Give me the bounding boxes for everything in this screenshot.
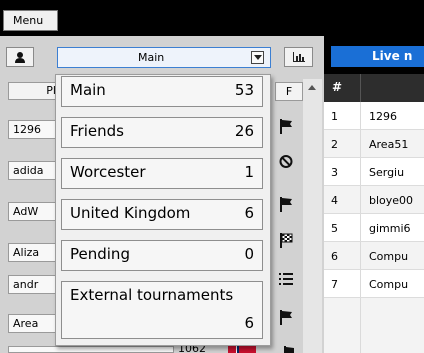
column-divider [360,270,361,297]
live-row[interactable]: 5 gimmi6 [324,214,424,242]
group-option-main[interactable]: Main 53 [61,76,263,107]
option-count: 6 [244,204,254,222]
rank-column-header[interactable]: # [332,80,342,94]
column-divider [360,102,361,129]
country-flag-icon [228,345,256,353]
live-rank: 5 [331,222,338,235]
column-divider [360,242,361,269]
live-player-name: 1296 [369,110,397,123]
option-label: Friends [70,122,124,140]
live-player-name: bloye00 [369,194,414,207]
live-rank: 3 [331,166,338,179]
live-rank: 6 [331,250,338,263]
live-rank: 2 [331,138,338,151]
group-option-friends[interactable]: Friends 26 [61,117,263,148]
player-name: adida [13,164,44,177]
live-row[interactable]: 7 Compu [324,270,424,298]
live-rank: 1 [331,110,338,123]
player-name: AdW [13,205,39,218]
flag-icon [280,197,292,212]
player-row[interactable]: Aliza [8,243,60,262]
column-divider [360,214,361,241]
player-row[interactable]: andr [8,275,60,294]
live-row[interactable]: 1 1296 [324,102,424,130]
live-row[interactable]: 2 Area51 [324,130,424,158]
column-divider [360,74,361,102]
live-player-name: Sergiu [369,166,405,179]
flag-icon [280,310,292,325]
live-rank: 4 [331,194,338,207]
group-select-value: Main [138,51,165,64]
player-name: Aliza [13,246,40,259]
player-name: andr [13,278,39,291]
user-button[interactable] [6,47,34,67]
live-table-header: # [324,74,424,102]
option-count: 0 [244,245,254,263]
live-player-name: Compu [369,278,409,291]
bar-chart-icon [292,52,305,62]
live-row[interactable]: 4 bloye00 [324,186,424,214]
player-row-partial[interactable] [8,346,174,353]
live-row[interactable]: 3 Sergiu [324,158,424,186]
player-row[interactable]: adida [8,161,60,180]
player-row[interactable]: AdW [8,202,60,221]
option-label: Pending [70,245,130,263]
live-games-header[interactable]: Live n [331,46,424,67]
flag-icon-partial [284,346,294,353]
option-count: 26 [234,122,254,140]
live-player-name: Compu [369,250,409,263]
player-name: Area [13,317,39,330]
option-label: United Kingdom [70,204,191,222]
live-player-name: gimmi6 [369,222,411,235]
column-divider [360,186,361,213]
player-list-scrollbar[interactable] [303,79,322,353]
group-option-worcester[interactable]: Worcester 1 [61,158,263,189]
top-menu-bar [0,0,424,36]
group-select[interactable]: Main [57,47,271,68]
list-icon [279,273,293,285]
column-divider [360,130,361,157]
option-count: 6 [244,314,254,332]
group-dropdown-list: Main 53 Friends 26 Worcester 1 United Ki… [55,74,271,346]
flag-icon [280,119,292,134]
menu-button[interactable]: Menu [3,10,58,31]
f-column-header[interactable]: F [275,82,303,101]
column-divider [360,158,361,185]
option-label: External tournaments [70,286,234,304]
live-table-empty-area [324,298,424,353]
stats-button[interactable] [284,47,313,67]
player-column-header[interactable]: Pl [8,82,60,100]
group-option-united-kingdom[interactable]: United Kingdom 6 [61,199,263,230]
group-option-external-tournaments[interactable]: External tournaments 6 [61,281,263,339]
live-row[interactable]: 6 Compu [324,242,424,270]
no-entry-icon [279,155,293,168]
checkered-flag-icon [280,233,293,248]
player-row[interactable]: Area [8,314,60,333]
option-label: Main [70,81,106,99]
option-count: 53 [234,81,254,99]
player-name: 1296 [13,123,41,136]
live-player-name: Area51 [369,138,409,151]
option-count: 1 [244,163,254,181]
live-rank: 7 [331,278,338,291]
scroll-up-arrow-icon[interactable] [303,79,322,99]
column-divider [360,298,361,353]
chevron-down-icon [251,51,264,64]
player-row[interactable]: 1296 [8,120,60,139]
user-icon [15,51,25,63]
option-label: Worcester [70,163,146,181]
group-option-pending[interactable]: Pending 0 [61,240,263,271]
